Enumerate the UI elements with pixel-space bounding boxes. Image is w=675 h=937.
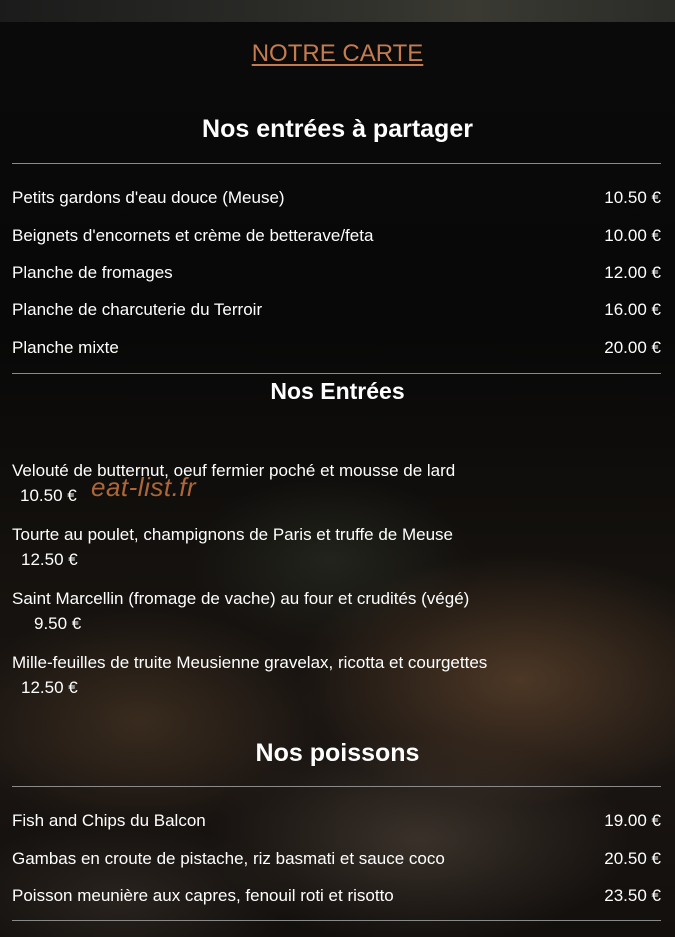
menu-item: Gambas en croute de pistache, riz basmat… xyxy=(12,849,661,869)
item-name: Velouté de butternut, oeuf fermier poché… xyxy=(12,461,456,480)
menu-item: Saint Marcellin (fromage de vache) au fo… xyxy=(12,589,661,634)
menu-item: Poisson meunière aux capres, fenouil rot… xyxy=(12,886,661,906)
watermark: eat-list.fr xyxy=(91,472,197,502)
item-price: 20.50 € xyxy=(604,849,661,868)
item-name: Beignets d'encornets et crème de bettera… xyxy=(12,226,374,245)
divider xyxy=(12,373,661,374)
item-price: 10.50 € xyxy=(604,188,661,207)
item-name: Planche de fromages xyxy=(12,263,173,282)
divider xyxy=(12,786,661,787)
item-name: Tourte au poulet, champignons de Paris e… xyxy=(12,525,454,544)
divider xyxy=(12,920,661,921)
item-price: 23.50 € xyxy=(604,886,661,905)
item-name: Mille-feuilles de truite Meusienne grave… xyxy=(12,653,488,672)
section-title-entrees-partager: Nos entrées à partager xyxy=(202,115,473,143)
item-price: 19.00 € xyxy=(604,811,661,830)
item-price: 12.50 € xyxy=(21,678,78,697)
item-price: 12.00 € xyxy=(604,263,661,282)
menu-item: Planche mixte 20.00 € xyxy=(12,338,661,358)
item-name: Poisson meunière aux capres, fenouil rot… xyxy=(12,886,394,905)
item-price: 9.50 € xyxy=(34,614,82,633)
menu-item: Mille-feuilles de truite Meusienne grave… xyxy=(12,653,661,698)
item-name: Gambas en croute de pistache, riz basmat… xyxy=(12,849,445,868)
item-name: Fish and Chips du Balcon xyxy=(12,811,206,830)
item-price: 16.00 € xyxy=(604,300,661,319)
menu-item: Planche de fromages 12.00 € xyxy=(12,263,661,283)
section-title-entrees: Nos Entrées xyxy=(270,378,405,404)
menu-item: Beignets d'encornets et crème de bettera… xyxy=(12,226,661,246)
page-title-link[interactable]: NOTRE CARTE xyxy=(0,40,675,68)
menu-item: Tourte au poulet, champignons de Paris e… xyxy=(12,525,661,570)
item-price: 12.50 € xyxy=(21,550,78,569)
divider xyxy=(12,163,661,164)
item-price: 10.00 € xyxy=(604,226,661,245)
section-title-poissons: Nos poissons xyxy=(255,739,420,767)
menu-item: Petits gardons d'eau douce (Meuse) 10.50… xyxy=(12,188,661,208)
item-name: Saint Marcellin (fromage de vache) au fo… xyxy=(12,589,470,608)
menu-page: NOTRE CARTE Nos entrées à partager Petit… xyxy=(0,0,675,937)
item-name: Planche mixte xyxy=(12,338,119,357)
item-name: Planche de charcuterie du Terroir xyxy=(12,300,263,319)
menu-item: Planche de charcuterie du Terroir 16.00 … xyxy=(12,300,661,320)
item-price: 20.00 € xyxy=(604,338,661,357)
item-name: Petits gardons d'eau douce (Meuse) xyxy=(12,188,285,207)
menu-item: Fish and Chips du Balcon 19.00 € xyxy=(12,811,661,831)
